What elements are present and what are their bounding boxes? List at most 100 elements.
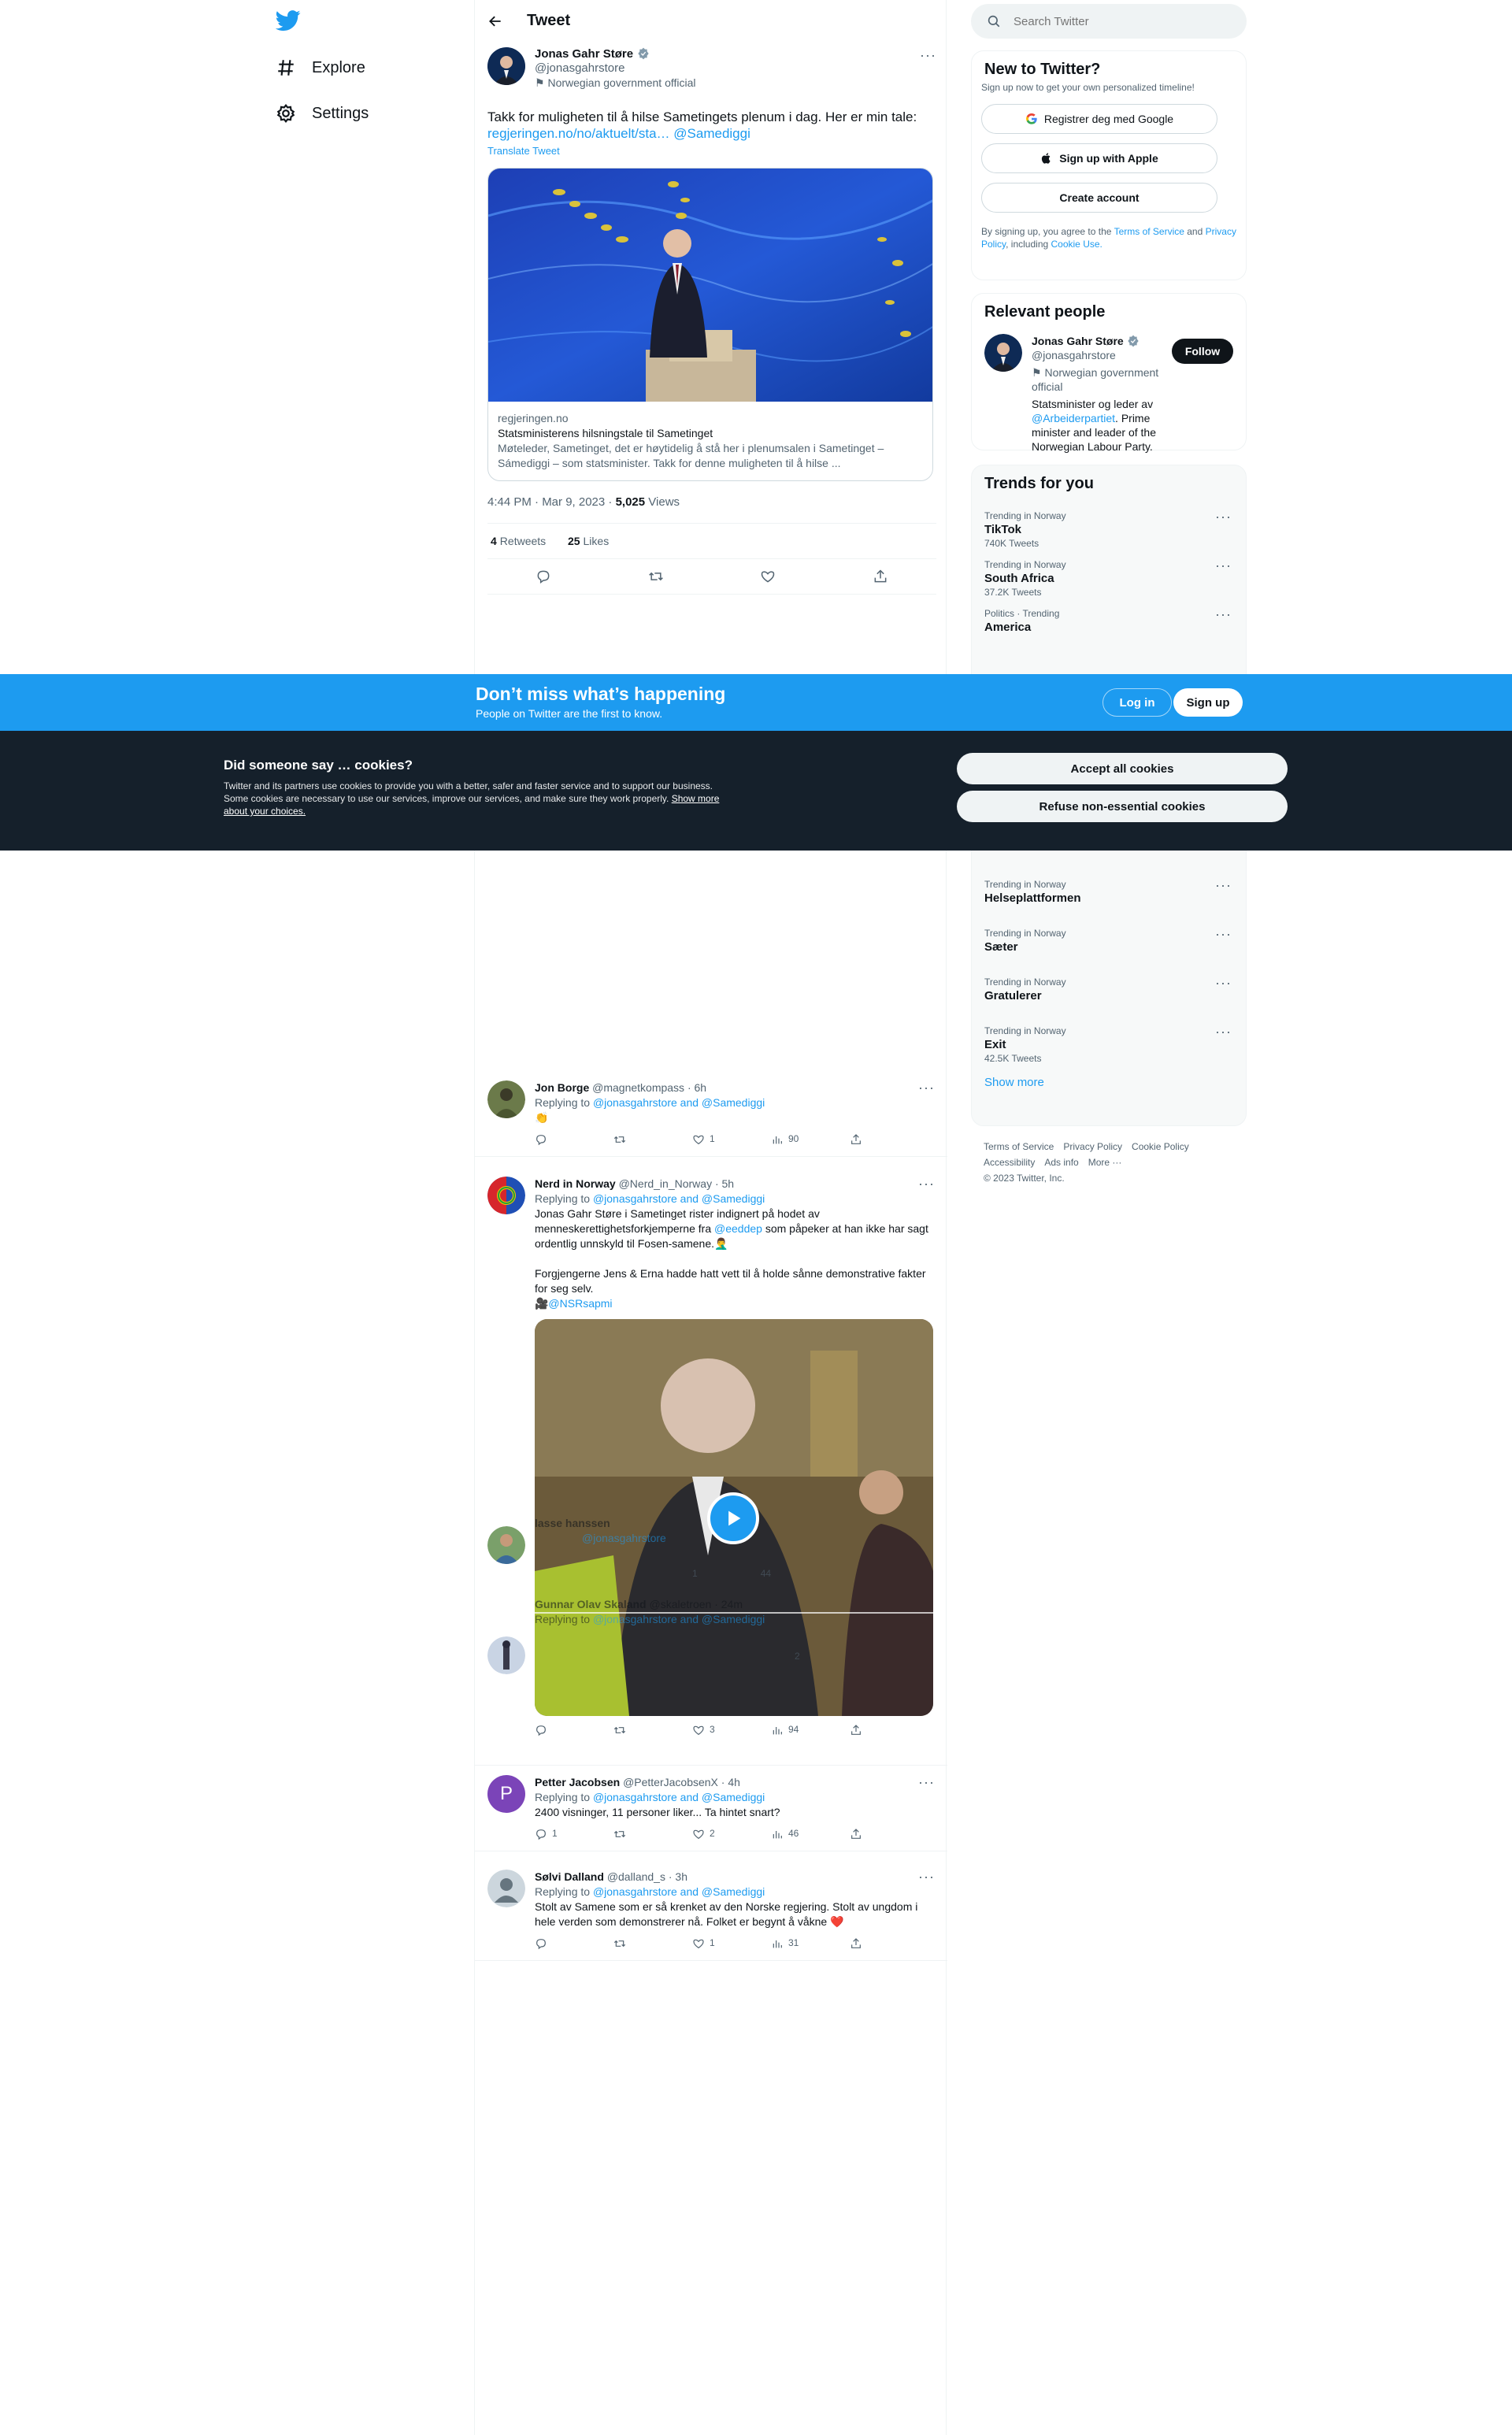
reply-name[interactable]: Nerd in Norway: [535, 1177, 616, 1190]
reply-name[interactable]: Petter Jacobsen: [535, 1776, 620, 1788]
likes-count[interactable]: 25: [568, 535, 580, 547]
more-options-icon[interactable]: ···: [920, 47, 936, 90]
likes-label[interactable]: Likes: [584, 535, 610, 547]
views-action[interactable]: 90: [771, 1132, 850, 1147]
retweet-action[interactable]: [613, 1722, 692, 1737]
views-action[interactable]: 31: [771, 1936, 850, 1951]
reply-avatar[interactable]: [487, 1636, 525, 1674]
reply-action[interactable]: [535, 1132, 613, 1147]
trend-item[interactable]: Trending in Norway Gratulerer ···: [972, 969, 1246, 1017]
reply-tweet[interactable]: Nerd in Norway @Nerd_in_Norway · 5h ··· R…: [475, 1167, 947, 1766]
author-handle[interactable]: @jonasgahrstore: [535, 61, 910, 75]
more-options-icon[interactable]: ···: [918, 1080, 935, 1095]
create-account-button[interactable]: Create account: [981, 183, 1217, 213]
footer-ads[interactable]: Ads info: [1044, 1157, 1078, 1168]
trend-item[interactable]: Trending in Norway TikTok 740K Tweets ···: [972, 502, 1246, 551]
share-action[interactable]: [850, 1132, 928, 1147]
reply-to-link[interactable]: @jonasgahrstore and @Samediggi: [593, 1096, 765, 1109]
terms-link[interactable]: Terms of Service: [1114, 226, 1184, 237]
reply-to-link[interactable]: @jonasgahrstore and @Samediggi: [593, 1885, 765, 1898]
views-action[interactable]: 94: [771, 1722, 850, 1737]
reply-avatar[interactable]: [487, 1526, 525, 1564]
reply-action[interactable]: [535, 1722, 613, 1737]
retweets-label[interactable]: Retweets: [500, 535, 546, 547]
retweet-action[interactable]: [613, 1132, 692, 1147]
trend-item[interactable]: Trending in Norway Exit 42.5K Tweets ···: [972, 1017, 1246, 1066]
tweet-mention[interactable]: @Samediggi: [673, 126, 750, 141]
accept-cookies-button[interactable]: Accept all cookies: [957, 753, 1288, 784]
share-action[interactable]: [850, 1722, 928, 1737]
nav-settings[interactable]: Settings: [276, 98, 369, 129]
follow-button[interactable]: Follow: [1172, 339, 1233, 364]
reply-avatar[interactable]: [487, 1080, 525, 1118]
relevant-handle[interactable]: @jonasgahrstore: [1032, 348, 1162, 362]
more-options-icon[interactable]: ···: [918, 1870, 935, 1885]
more-options-icon[interactable]: ···: [1215, 877, 1232, 894]
search-input[interactable]: [1014, 14, 1218, 28]
reply-name[interactable]: Sølvi Dalland: [535, 1870, 604, 1883]
trend-item[interactable]: Politics · Trending America ···: [972, 600, 1246, 649]
footer-privacy[interactable]: Privacy Policy: [1063, 1141, 1122, 1152]
refuse-cookies-button[interactable]: Refuse non-essential cookies: [957, 791, 1288, 822]
twitter-logo-icon[interactable]: [276, 8, 301, 33]
like-action[interactable]: 3: [692, 1722, 771, 1737]
footer-more[interactable]: More ···: [1088, 1157, 1122, 1168]
reply-to-link[interactable]: @jonasgahrstore and @Samediggi: [593, 1791, 765, 1803]
more-options-icon[interactable]: ···: [1215, 606, 1232, 623]
like-action[interactable]: 1: [692, 1936, 771, 1951]
reply-name[interactable]: Jon Borge: [535, 1081, 589, 1094]
trend-item[interactable]: Trending in Norway South Africa 37.2K Twee…: [972, 551, 1246, 600]
share-icon[interactable]: [873, 569, 888, 584]
reply-mention[interactable]: @eeddep: [714, 1222, 762, 1235]
search-bar[interactable]: [971, 4, 1247, 39]
apple-signup-button[interactable]: Sign up with Apple: [981, 143, 1217, 173]
tweet-timestamp[interactable]: 4:44 PM · Mar 9, 2023 ·: [487, 495, 616, 509]
signup-button[interactable]: Sign up: [1173, 688, 1243, 717]
author-avatar[interactable]: [487, 47, 525, 85]
footer-terms[interactable]: Terms of Service: [984, 1141, 1054, 1152]
like-icon[interactable]: [760, 569, 776, 584]
more-options-icon[interactable]: ···: [918, 1775, 935, 1790]
like-action[interactable]: 1: [692, 1132, 771, 1147]
share-action[interactable]: [850, 1826, 928, 1841]
reply-action[interactable]: 1: [535, 1826, 613, 1841]
reply-to-link[interactable]: @jonasgahrstore and @Samediggi: [593, 1192, 765, 1205]
google-signup-button[interactable]: Registrer deg med Google: [981, 104, 1217, 134]
views-action[interactable]: 46: [771, 1826, 850, 1841]
nav-explore[interactable]: Explore: [276, 52, 365, 83]
reply-tweet[interactable]: Sølvi Dalland @dalland_s · 3h ··· Replyin…: [475, 1860, 947, 1961]
reply-avatar[interactable]: P: [487, 1775, 525, 1813]
reply-avatar[interactable]: [487, 1177, 525, 1214]
more-options-icon[interactable]: ···: [1215, 975, 1232, 991]
reply-tweet[interactable]: Jon Borge @magnetkompass · 6h ··· Replyin…: [475, 1071, 947, 1157]
author-name[interactable]: Jonas Gahr Støre: [535, 47, 633, 61]
more-options-icon[interactable]: ···: [1215, 509, 1232, 525]
footer-cookie[interactable]: Cookie Policy: [1132, 1141, 1189, 1152]
tweet-link[interactable]: regjeringen.no/no/aktuelt/sta…: [487, 126, 670, 141]
more-options-icon[interactable]: ···: [1215, 926, 1232, 943]
retweet-icon[interactable]: [648, 569, 664, 584]
reply-action[interactable]: [535, 1936, 613, 1951]
reply-tweet[interactable]: P Petter Jacobsen @PetterJacobsenX · 4h ·…: [475, 1766, 947, 1851]
relevant-name[interactable]: Jonas Gahr Støre: [1032, 335, 1124, 347]
reply-mention[interactable]: 🎥@NSRsapmi: [535, 1296, 935, 1311]
retweets-count[interactable]: 4: [491, 535, 497, 547]
cookie-use-link[interactable]: Cookie Use.: [1051, 239, 1102, 250]
link-card[interactable]: regjeringen.no Statsministerens hilsning…: [487, 168, 933, 481]
trend-item[interactable]: Trending in Norway Helseplattformen ···: [972, 871, 1246, 920]
back-arrow-icon[interactable]: [487, 13, 503, 29]
trend-item[interactable]: Trending in Norway Sæter ···: [972, 920, 1246, 969]
show-more-link[interactable]: Show more: [972, 1066, 1246, 1099]
bio-link[interactable]: @Arbeiderpartiet: [1032, 412, 1115, 424]
more-options-icon[interactable]: ···: [1215, 1024, 1232, 1040]
retweet-action[interactable]: [613, 1936, 692, 1951]
more-options-icon[interactable]: ···: [918, 1177, 935, 1192]
footer-accessibility[interactable]: Accessibility: [984, 1157, 1035, 1168]
more-options-icon[interactable]: ···: [1215, 558, 1232, 574]
like-action[interactable]: 2: [692, 1826, 771, 1841]
share-action[interactable]: [850, 1936, 928, 1951]
retweet-action[interactable]: [613, 1826, 692, 1841]
reply-icon[interactable]: [536, 569, 551, 584]
translate-tweet-link[interactable]: Translate Tweet: [487, 145, 936, 157]
relevant-avatar[interactable]: [984, 334, 1022, 372]
